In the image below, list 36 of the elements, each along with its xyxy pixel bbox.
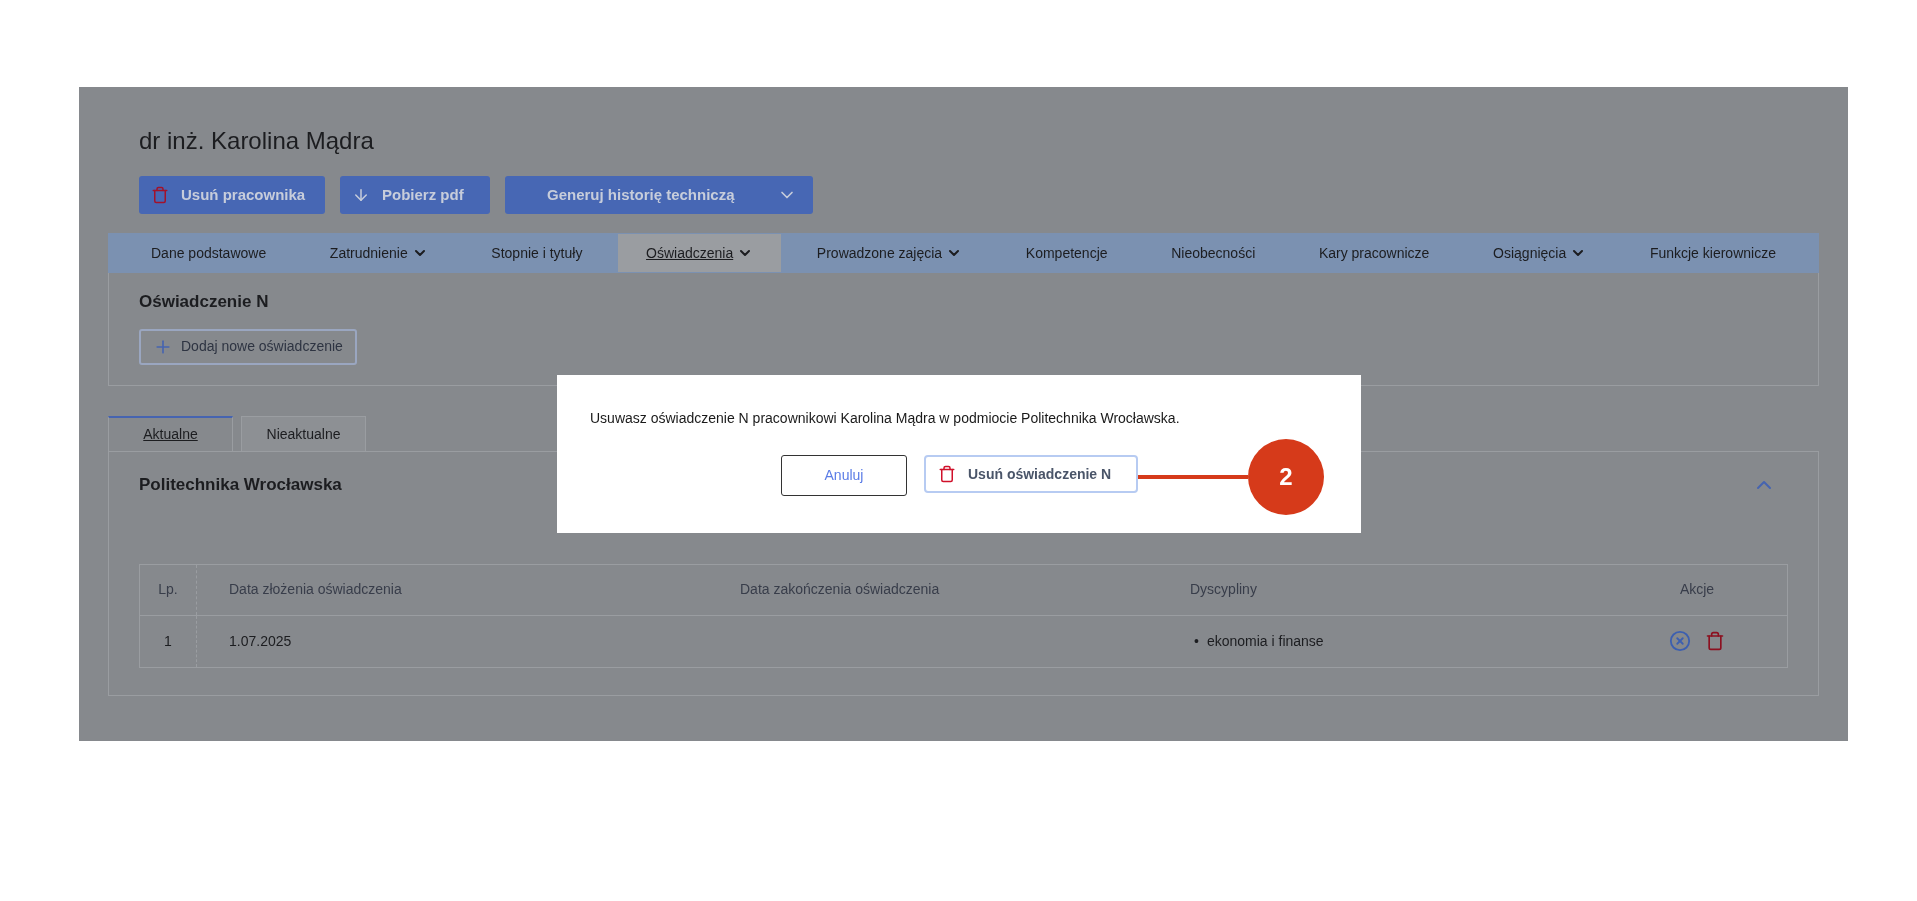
- discipline-item: ekonomia i finanse: [1206, 631, 1324, 651]
- column-header: Data złożenia oświadczenia: [228, 580, 403, 599]
- column-header: Akcje: [1678, 580, 1716, 599]
- panel-title: Politechnika Wrocławska: [139, 474, 342, 496]
- section-title: Oświadczenie N: [139, 291, 270, 313]
- trash-icon: [151, 186, 169, 204]
- add-button[interactable]: Dodaj nowe oświadczenie: [139, 328, 357, 365]
- nav-tab[interactable]: Kary pracownicze: [1290, 234, 1458, 272]
- toolbar-button[interactable]: Usuń pracownika: [139, 176, 325, 214]
- nav-tab[interactable]: Zatrudnienie: [301, 234, 456, 272]
- cancel-circle-icon[interactable]: [1669, 630, 1691, 652]
- cancel-button[interactable]: Anuluj: [781, 455, 907, 496]
- employee-name: dr inż. Karolina Mądra: [139, 126, 375, 156]
- column-header: Dyscypliny: [1189, 580, 1258, 599]
- nav-tab[interactable]: Funkcje kierownicze: [1621, 234, 1804, 272]
- arrow-down-icon: [352, 186, 370, 204]
- bullet-marker: •: [1194, 631, 1199, 651]
- toolbar-button[interactable]: Pobierz pdf: [340, 176, 490, 214]
- toolbar-button[interactable]: Generuj historię techniczą: [505, 176, 813, 214]
- nav-tab[interactable]: Nieobecności: [1143, 234, 1284, 272]
- table-cell-text: 1: [164, 631, 172, 651]
- nav-tab[interactable]: Stopnie i tytuły: [463, 234, 611, 272]
- column-header: Lp.: [140, 564, 197, 615]
- sub-tab[interactable]: Aktualne: [108, 416, 233, 451]
- trash-icon: [938, 465, 956, 483]
- table-cell: 1.07.2025: [229, 632, 292, 649]
- dialog-message: Usuwasz oświadczenie N pracownikowi Karolina Mądra w podmiocie Politechnika Wrocławska.: [590, 409, 1181, 428]
- nav-tab[interactable]: Prowadzone zajęcia: [788, 234, 991, 272]
- nav-tab[interactable]: Oświadczenia: [618, 234, 782, 272]
- trash-icon[interactable]: [1705, 631, 1725, 651]
- nav-tab[interactable]: Kompetencje: [997, 234, 1136, 272]
- nav-tab[interactable]: Dane podstawowe: [123, 234, 295, 272]
- sub-tab[interactable]: Nieaktualne: [241, 416, 366, 451]
- nav-tab[interactable]: Osiągnięcia: [1465, 234, 1615, 272]
- column-header: Data zakończenia oświadczenia: [739, 580, 941, 599]
- delete-button[interactable]: Usuń oświadczenie N: [924, 455, 1138, 493]
